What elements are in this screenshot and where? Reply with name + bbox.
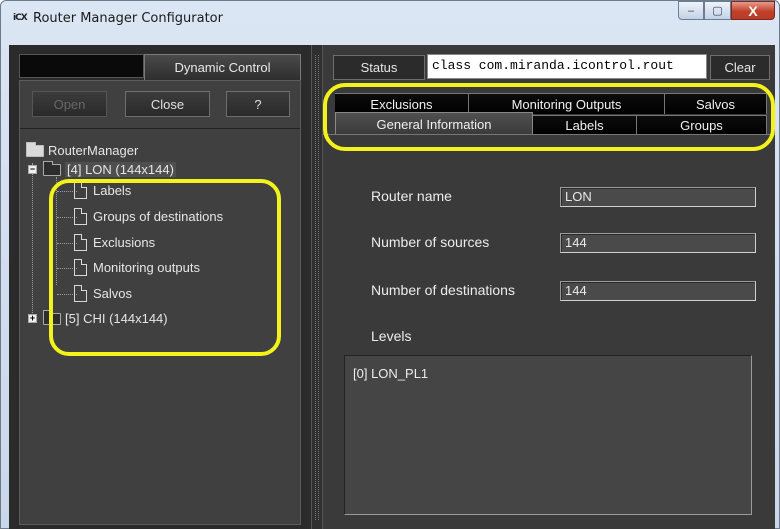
router-name-field[interactable]: LON	[560, 187, 756, 207]
panel-splitter[interactable]	[311, 45, 323, 529]
open-button[interactable]: Open	[32, 91, 107, 117]
window-title: Router Manager Configurator	[33, 11, 223, 26]
expand-icon[interactable]: +	[28, 314, 37, 323]
levels-list[interactable]: [0] LON_PL1	[344, 355, 752, 515]
tree-root[interactable]: RouterManager	[26, 141, 139, 158]
tree-root-label: RouterManager	[48, 143, 139, 158]
app-icon: iCX	[13, 13, 28, 23]
num-sources-field[interactable]: 144	[560, 233, 756, 253]
splitter-grip	[315, 55, 319, 520]
tree-line	[32, 163, 33, 317]
status-text-field[interactable]: class com.miranda.icontrol.rout	[427, 54, 707, 79]
highlight-annotation	[323, 83, 775, 151]
app-window: iCX Router Manager Configurator – ▢ X Dy…	[0, 0, 780, 529]
num-sources-label: Number of sources	[371, 234, 490, 250]
maximize-button[interactable]: ▢	[704, 1, 731, 20]
help-button[interactable]: ?	[226, 91, 290, 117]
left-tab-strip: Dynamic Control	[19, 54, 301, 80]
num-destinations-field[interactable]: 144	[560, 281, 756, 301]
tree-router-label: [4] LON (144x144)	[65, 162, 176, 177]
minimize-button[interactable]: –	[678, 1, 704, 20]
client-area: Dynamic Control Open Close ? RouterManag…	[9, 45, 775, 529]
window-controls: – ▢ X	[678, 1, 775, 20]
tree-router-lon[interactable]: − [4] LON (144x144)	[28, 160, 176, 177]
tab-dynamic-control[interactable]: Dynamic Control	[144, 54, 301, 80]
collapse-icon[interactable]: −	[28, 165, 37, 174]
left-panel: Dynamic Control Open Close ? RouterManag…	[9, 45, 311, 529]
separator	[20, 128, 300, 129]
num-destinations-label: Number of destinations	[371, 282, 515, 298]
status-label: Status	[333, 55, 425, 80]
folder-icon	[43, 160, 61, 176]
left-tab-blank[interactable]	[19, 54, 144, 78]
right-panel: Status class com.miranda.icontrol.rout C…	[323, 45, 775, 529]
levels-label: Levels	[371, 328, 412, 344]
highlight-annotation	[49, 179, 281, 356]
close-window-button[interactable]: X	[731, 1, 775, 20]
title-bar[interactable]: iCX Router Manager Configurator – ▢ X	[1, 1, 779, 41]
list-item[interactable]: [0] LON_PL1	[353, 366, 428, 381]
close-button[interactable]: Close	[125, 91, 210, 117]
folder-icon	[26, 141, 44, 157]
router-name-label: Router name	[371, 188, 452, 204]
tree-button-row: Open Close ?	[32, 91, 290, 117]
clear-button[interactable]: Clear	[710, 55, 770, 80]
